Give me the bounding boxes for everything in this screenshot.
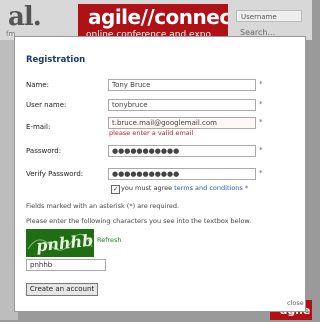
email-label: E-mail: [26,123,51,131]
password-required-asterisk: * [259,146,263,154]
captcha-refresh-link[interactable]: Refresh [97,236,122,244]
banner-title: agile//connect™ [88,5,228,29]
username-required-asterisk: * [259,100,263,108]
agile-connect-banner: agile//connect™ online conference and ex… [78,4,228,40]
create-account-button[interactable]: Create an account [26,283,98,296]
site-logo: al. [8,2,42,32]
password-input[interactable]: ●●●●●●●●●●● [108,145,256,157]
terms-agreement-text: you must agree terms and conditions * [121,184,248,192]
name-label: Name: [26,81,50,89]
terms-link[interactable]: terms and conditions [174,184,243,192]
captcha-input[interactable]: pnhhb [26,259,106,271]
password-label: Password: [26,147,62,155]
terms-asterisk: * [242,184,249,192]
name-input[interactable]: Tony Bruce [108,79,256,91]
email-error-message: please enter a valid email [109,129,194,137]
verify-password-label: Verify Password: [26,170,84,178]
username-field[interactable]: Username [236,10,302,22]
email-input[interactable]: t.bruce.mail@googlemail.com [108,117,256,129]
terms-prefix: you must agree [121,184,175,192]
username-input[interactable]: tonybruce [108,99,256,111]
captcha-instructions: Please enter the following characters yo… [26,217,252,225]
terms-checkbox[interactable]: ✓ [111,185,120,194]
registration-modal: Registration Name: Tony Bruce * User nam… [14,36,306,312]
modal-title: Registration [26,55,86,65]
verify-password-required-asterisk: * [259,169,263,177]
captcha-image: pnhhb [26,229,94,257]
required-fields-note: Fields marked with an asterisk (*) are r… [26,202,180,210]
username-label: User name: [26,101,67,109]
name-required-asterisk: * [259,80,263,88]
email-required-asterisk: * [259,118,263,126]
captcha-graphic: pnhhb [26,229,94,257]
close-link[interactable]: close [287,299,304,307]
verify-password-input[interactable]: ●●●●●●●●●●● [108,168,256,180]
